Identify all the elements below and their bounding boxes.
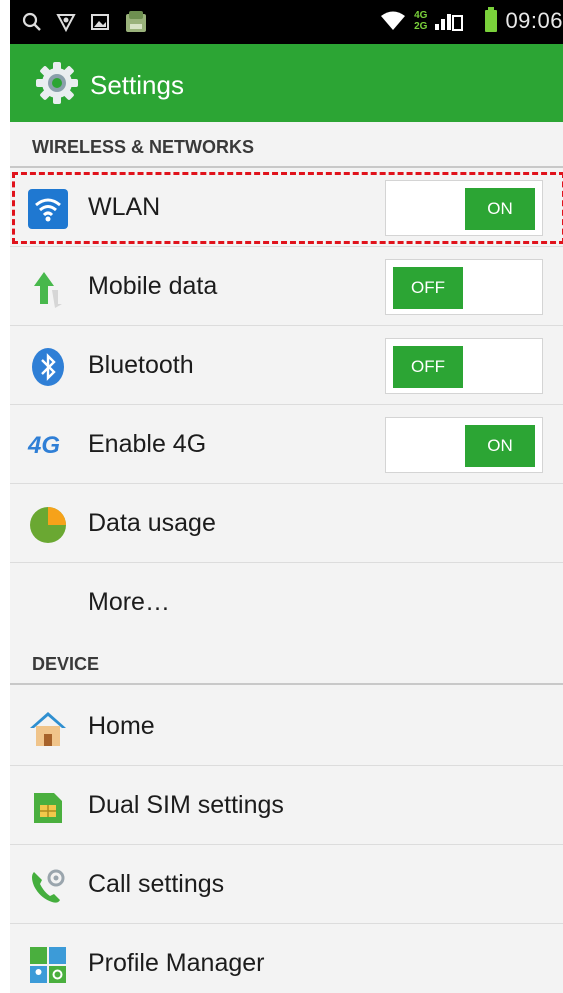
status-bar: 4G 2G 09:06 <box>10 0 563 44</box>
settings-row-bluetooth[interactable]: Bluetooth OFF <box>10 327 563 405</box>
bluetooth-toggle[interactable]: OFF <box>385 338 543 394</box>
toggle-state: OFF <box>393 346 463 388</box>
network-type: 4G 2G <box>414 10 428 32</box>
more-label: More… <box>88 588 170 616</box>
app-store-icon <box>126 11 146 32</box>
mobile-data-toggle[interactable]: OFF <box>385 259 543 315</box>
gear-icon[interactable] <box>32 58 82 108</box>
signal-icon <box>435 14 464 31</box>
section-divider <box>10 683 563 685</box>
toggle-state: ON <box>465 188 535 230</box>
toggle-state: ON <box>465 425 535 467</box>
settings-row-home[interactable]: Home <box>10 688 563 766</box>
data-usage-label: Data usage <box>88 509 216 537</box>
settings-row-dual-sim[interactable]: Dual SIM settings <box>10 767 563 845</box>
wlan-label: WLAN <box>88 193 161 221</box>
mobile-data-arrow-icon <box>34 272 62 308</box>
row-divider <box>10 923 563 924</box>
bluetooth-label: Bluetooth <box>88 351 194 379</box>
clock: 09:06 <box>505 8 563 33</box>
call-settings-label: Call settings <box>88 870 225 898</box>
bluetooth-icon <box>32 348 64 386</box>
wlan-toggle[interactable]: ON <box>385 180 543 236</box>
row-divider <box>10 765 563 766</box>
enable-4g-toggle[interactable]: ON <box>385 417 543 473</box>
home-label: Home <box>88 712 155 740</box>
settings-row-mobile-data[interactable]: Mobile data OFF <box>10 248 563 326</box>
profile-manager-icon <box>30 947 66 983</box>
home-icon <box>30 712 66 746</box>
phone-gear-icon <box>32 869 65 903</box>
settings-row-more[interactable]: More… <box>10 564 563 642</box>
dual-sim-label: Dual SIM settings <box>88 791 284 819</box>
settings-screen: 4G 2G 09:06 Settings WIRELESS & NETWORKS… <box>10 0 563 993</box>
section-divider <box>10 166 563 168</box>
search-icon <box>22 12 41 31</box>
row-divider <box>10 404 563 405</box>
4g-icon: 4G <box>28 432 61 459</box>
settings-row-profile-manager[interactable]: Profile Manager <box>10 925 563 993</box>
battery-icon <box>485 7 498 32</box>
row-divider <box>10 483 563 484</box>
section-header-device: DEVICE <box>32 654 100 674</box>
row-divider <box>10 325 563 326</box>
row-divider <box>10 246 563 247</box>
enable-4g-label: Enable 4G <box>88 430 207 458</box>
location-icon <box>56 14 76 32</box>
page-title: Settings <box>90 70 184 100</box>
settings-row-wlan[interactable]: WLAN ON <box>10 169 563 247</box>
wifi-icon <box>381 11 406 30</box>
pie-chart-icon <box>30 507 66 543</box>
toggle-state: OFF <box>393 267 463 309</box>
section-header-wireless: WIRELESS & NETWORKS <box>32 137 255 157</box>
mobile-data-label: Mobile data <box>88 272 218 300</box>
sim-card-icon <box>34 793 62 823</box>
wifi-icon <box>28 189 68 229</box>
action-bar: Settings <box>10 44 563 122</box>
gallery-icon <box>91 14 109 30</box>
profile-manager-label: Profile Manager <box>88 949 265 977</box>
settings-row-data-usage[interactable]: Data usage <box>10 485 563 563</box>
settings-row-call-settings[interactable]: Call settings <box>10 846 563 924</box>
row-divider <box>10 562 563 563</box>
settings-row-enable-4g[interactable]: 4G Enable 4G ON <box>10 406 563 484</box>
row-divider <box>10 844 563 845</box>
